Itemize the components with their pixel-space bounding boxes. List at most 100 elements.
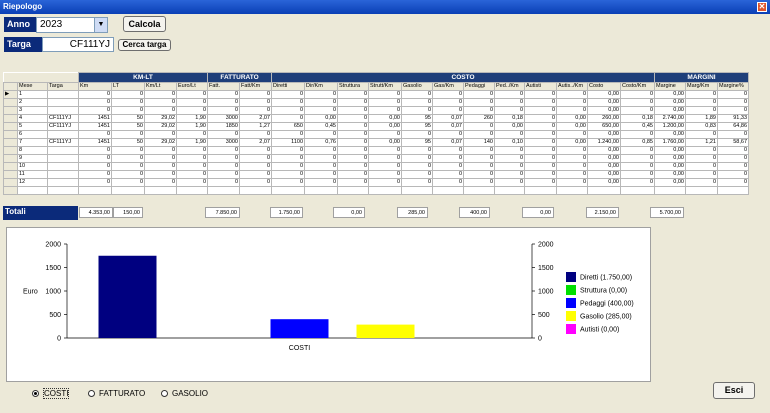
table-cell[interactable] bbox=[207, 186, 240, 195]
table-cell[interactable]: 0,07 bbox=[432, 122, 464, 131]
row-selector[interactable] bbox=[3, 106, 18, 115]
table-cell[interactable]: 0 bbox=[620, 90, 655, 99]
table-cell[interactable]: 0 bbox=[144, 170, 177, 179]
anno-select[interactable]: 2023 ▼ bbox=[36, 17, 108, 33]
table-cell[interactable]: 0 bbox=[685, 178, 718, 187]
table-cell[interactable]: 0 bbox=[494, 154, 525, 163]
table-cell[interactable]: 0 bbox=[111, 170, 145, 179]
targa-input[interactable]: CF111YJ bbox=[42, 37, 114, 52]
close-button[interactable]: ✕ bbox=[757, 2, 767, 12]
table-cell[interactable] bbox=[432, 186, 464, 195]
table-cell[interactable] bbox=[494, 186, 525, 195]
table-cell[interactable]: 0,76 bbox=[304, 138, 338, 147]
table-cell[interactable]: 0 bbox=[717, 170, 749, 179]
table-cell[interactable]: 0 bbox=[176, 90, 208, 99]
table-cell[interactable] bbox=[47, 186, 79, 195]
table-cell[interactable]: 0 bbox=[144, 90, 177, 99]
table-cell[interactable]: 10 bbox=[17, 162, 48, 171]
table-cell[interactable] bbox=[271, 186, 305, 195]
table-cell[interactable] bbox=[685, 186, 718, 195]
table-cell[interactable]: 0 bbox=[524, 90, 557, 99]
table-cell[interactable]: 0 bbox=[717, 178, 749, 187]
table-cell[interactable] bbox=[368, 186, 402, 195]
table-cell[interactable]: 0 bbox=[207, 170, 240, 179]
table-cell[interactable]: 0 bbox=[207, 154, 240, 163]
table-cell[interactable]: 1451 bbox=[78, 122, 112, 131]
table-cell[interactable]: 0 bbox=[685, 170, 718, 179]
column-header[interactable]: Pedaggi bbox=[463, 82, 495, 91]
table-cell[interactable]: 0 bbox=[271, 146, 305, 155]
table-row[interactable]: 5 CF111YJ 1451 50 29,02 1,90 1850 1,27 650 0,45 0 0… bbox=[3, 122, 749, 131]
table-cell[interactable]: 0 bbox=[337, 106, 369, 115]
table-cell[interactable]: 0 bbox=[463, 122, 495, 131]
column-header[interactable]: Ped../Km bbox=[494, 82, 525, 91]
table-cell[interactable]: 0 bbox=[524, 170, 557, 179]
table-cell[interactable] bbox=[47, 178, 79, 187]
table-cell[interactable]: 0 bbox=[176, 178, 208, 187]
table-cell[interactable]: 0 bbox=[685, 130, 718, 139]
table-cell[interactable]: 0 bbox=[239, 178, 272, 187]
table-cell[interactable]: 0 bbox=[717, 98, 749, 107]
table-cell[interactable]: 0 bbox=[111, 106, 145, 115]
table-cell[interactable] bbox=[47, 130, 79, 139]
table-cell[interactable]: 0 bbox=[111, 162, 145, 171]
table-row[interactable]: 2 0 0 0 0 0 0 0 0 0 0 0 0 0 0 0 0 0,00 0 0,00 0 0 bbox=[3, 98, 749, 107]
chevron-down-icon[interactable]: ▼ bbox=[94, 18, 107, 32]
table-cell[interactable]: 0 bbox=[111, 178, 145, 187]
table-cell[interactable]: 0,00 bbox=[654, 154, 686, 163]
table-cell[interactable]: 0,00 bbox=[587, 106, 621, 115]
table-cell[interactable]: 1,90 bbox=[176, 138, 208, 147]
table-cell[interactable]: 0 bbox=[78, 154, 112, 163]
column-header[interactable]: Diretti bbox=[271, 82, 305, 91]
table-cell[interactable]: 0 bbox=[432, 154, 464, 163]
table-cell[interactable]: 2.740,00 bbox=[654, 114, 686, 123]
table-cell[interactable]: 0 bbox=[271, 130, 305, 139]
table-cell[interactable]: 0 bbox=[432, 130, 464, 139]
table-row[interactable]: 12 0 0 0 0 0 0 0 0 0 0 0 0 0 0 0 0 0,00 0 0,00 0 0 bbox=[3, 178, 749, 187]
table-cell[interactable]: 0 bbox=[78, 130, 112, 139]
table-cell[interactable]: 0 bbox=[337, 154, 369, 163]
table-cell[interactable]: 0 bbox=[432, 106, 464, 115]
table-cell[interactable]: 0 bbox=[494, 106, 525, 115]
table-cell[interactable]: 0 bbox=[304, 146, 338, 155]
table-cell[interactable]: 0 bbox=[207, 146, 240, 155]
table-cell[interactable]: 0 bbox=[463, 154, 495, 163]
table-cell[interactable] bbox=[47, 154, 79, 163]
table-cell[interactable]: 0 bbox=[337, 138, 369, 147]
table-cell[interactable]: 0 bbox=[401, 178, 433, 187]
calcola-button[interactable]: Calcola bbox=[123, 16, 166, 32]
row-selector[interactable] bbox=[3, 122, 18, 131]
table-cell[interactable]: 1,90 bbox=[176, 122, 208, 131]
table-cell[interactable]: 0 bbox=[304, 178, 338, 187]
table-cell[interactable]: 0 bbox=[176, 146, 208, 155]
table-cell[interactable]: 0,18 bbox=[620, 114, 655, 123]
table-cell[interactable]: 0 bbox=[556, 154, 588, 163]
table-cell[interactable]: 50 bbox=[111, 122, 145, 131]
table-cell[interactable]: 0 bbox=[176, 162, 208, 171]
table-cell[interactable]: 0 bbox=[685, 106, 718, 115]
table-cell[interactable] bbox=[47, 162, 79, 171]
column-header[interactable]: Fatt/Km bbox=[239, 82, 272, 91]
table-cell[interactable]: 0 bbox=[368, 106, 402, 115]
table-cell[interactable]: 260,00 bbox=[587, 114, 621, 123]
row-selector[interactable] bbox=[3, 138, 18, 147]
radio-gasolio-dot[interactable] bbox=[161, 390, 168, 398]
table-cell[interactable]: 0 bbox=[304, 154, 338, 163]
table-cell[interactable]: 650,00 bbox=[587, 122, 621, 131]
table-cell[interactable]: 0 bbox=[463, 146, 495, 155]
table-cell[interactable]: 0 bbox=[432, 162, 464, 171]
table-cell[interactable]: 0 bbox=[271, 178, 305, 187]
table-cell[interactable]: 0 bbox=[239, 146, 272, 155]
table-cell[interactable]: 0 bbox=[717, 90, 749, 99]
table-cell[interactable]: 0 bbox=[144, 154, 177, 163]
table-cell[interactable]: 0 bbox=[368, 170, 402, 179]
table-cell[interactable]: 0 bbox=[463, 130, 495, 139]
column-header[interactable]: Km bbox=[78, 82, 112, 91]
table-cell[interactable]: 95 bbox=[401, 138, 433, 147]
table-cell[interactable]: 0 bbox=[556, 98, 588, 107]
table-cell[interactable] bbox=[47, 98, 79, 107]
table-cell[interactable]: 0 bbox=[463, 106, 495, 115]
table-cell[interactable]: 0 bbox=[524, 130, 557, 139]
bar-gasolio[interactable] bbox=[356, 324, 415, 338]
table-cell[interactable]: 0,07 bbox=[432, 114, 464, 123]
